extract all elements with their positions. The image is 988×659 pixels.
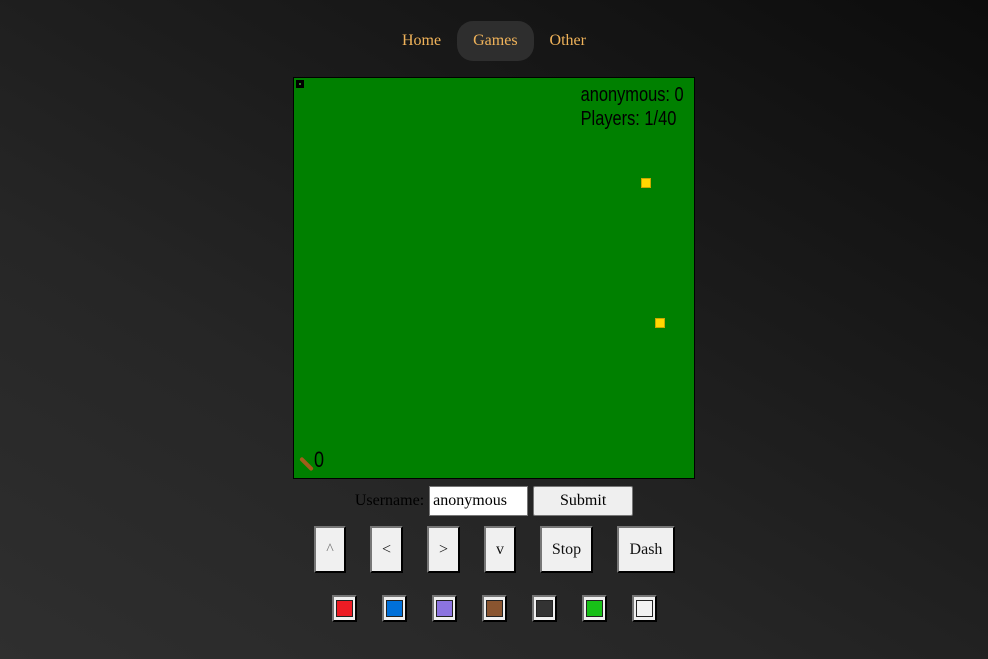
color-red-button[interactable]	[332, 595, 357, 622]
player-snake	[296, 80, 304, 88]
dash-button[interactable]: Dash	[617, 526, 675, 573]
submit-button[interactable]: Submit	[533, 486, 634, 516]
stick-icon	[299, 456, 314, 472]
stop-button[interactable]: Stop	[540, 526, 593, 573]
color-swatch	[636, 600, 653, 617]
color-purple-button[interactable]	[432, 595, 457, 622]
color-blue-button[interactable]	[382, 595, 407, 622]
nav-other[interactable]: Other	[534, 21, 602, 61]
food-pellet	[641, 178, 651, 188]
color-green-button[interactable]	[582, 595, 607, 622]
game-canvas[interactable]: anonymous: 0 Players: 1/40 0	[293, 77, 695, 479]
color-swatch	[436, 600, 453, 617]
color-white-button[interactable]	[632, 595, 657, 622]
color-swatch	[336, 600, 353, 617]
nav-games[interactable]: Games	[457, 21, 534, 61]
color-brown-button[interactable]	[482, 595, 507, 622]
color-swatch	[486, 600, 503, 617]
down-button[interactable]: v	[484, 526, 516, 573]
right-button[interactable]: >	[427, 526, 460, 573]
movement-controls: ^ < > v Stop Dash	[0, 526, 988, 574]
username-label: Username:	[354, 492, 425, 509]
player-count: Players: 1/40	[580, 108, 677, 130]
color-swatch	[536, 600, 553, 617]
color-swatch	[586, 600, 603, 617]
username-input[interactable]	[429, 486, 529, 516]
color-dark-gray-button[interactable]	[532, 595, 557, 622]
stick-count: 0	[314, 447, 325, 472]
left-button[interactable]: <	[370, 526, 403, 573]
up-button[interactable]: ^	[314, 526, 346, 573]
player-score: anonymous: 0	[580, 84, 684, 106]
top-nav: Home Games Other	[0, 21, 988, 61]
food-pellet	[655, 318, 665, 328]
scoreboard: anonymous: 0 Players: 1/40	[581, 83, 684, 131]
color-swatch	[386, 600, 403, 617]
nav-home[interactable]: Home	[386, 21, 457, 61]
color-picker	[0, 595, 988, 622]
username-form: Username: Submit	[0, 486, 988, 516]
